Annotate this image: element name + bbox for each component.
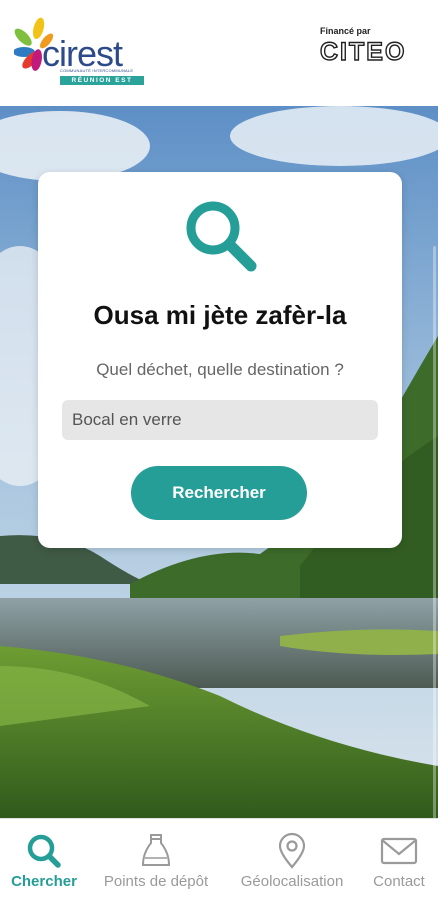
location-pin-icon [278,832,306,869]
nav-label-chercher: Chercher [11,873,77,890]
card-subtitle: Quel déchet, quelle destination ? [96,360,344,379]
funded-by-label: Financé par [320,26,371,36]
app-header: cirest COMMUNAUTÉ INTERCOMMUNALE RÉUNION… [0,0,438,106]
nav-label-contact: Contact [373,873,425,890]
envelope-icon [380,837,418,865]
nav-label-geolocalisation: Géolocalisation [240,873,344,890]
citeo-logo: Financé par CITEO [319,26,424,72]
search-icon [27,834,61,868]
bottom-nav: Chercher Points de dépôt Géolocalisation… [0,818,438,900]
nav-item-contact[interactable]: Contact [362,819,436,900]
cirest-subtitle: COMMUNAUTÉ INTERCOMMUNALE [60,68,134,73]
card-title: Ousa mi jète zafèr-la [93,300,347,330]
bottle-icon [141,834,171,866]
cirest-region: RÉUNION EST [60,76,144,85]
search-button[interactable]: Rechercher [131,466,307,520]
nav-item-chercher[interactable]: Chercher [0,819,88,900]
search-icon [186,201,257,272]
search-input[interactable] [62,400,378,440]
scrollbar[interactable] [433,246,436,818]
citeo-wordmark: CITEO [319,37,407,66]
nav-label-points-de-depot: Points de dépôt [103,873,209,890]
nav-item-geolocalisation[interactable]: Géolocalisation [228,819,356,900]
nav-item-points-de-depot[interactable]: Points de dépôt [93,819,219,900]
cirest-wordmark: cirest [42,33,123,74]
search-card: Ousa mi jète zafèr-la Quel déchet, quell… [38,172,402,548]
cirest-logo: cirest COMMUNAUTÉ INTERCOMMUNALE RÉUNION… [14,16,144,92]
